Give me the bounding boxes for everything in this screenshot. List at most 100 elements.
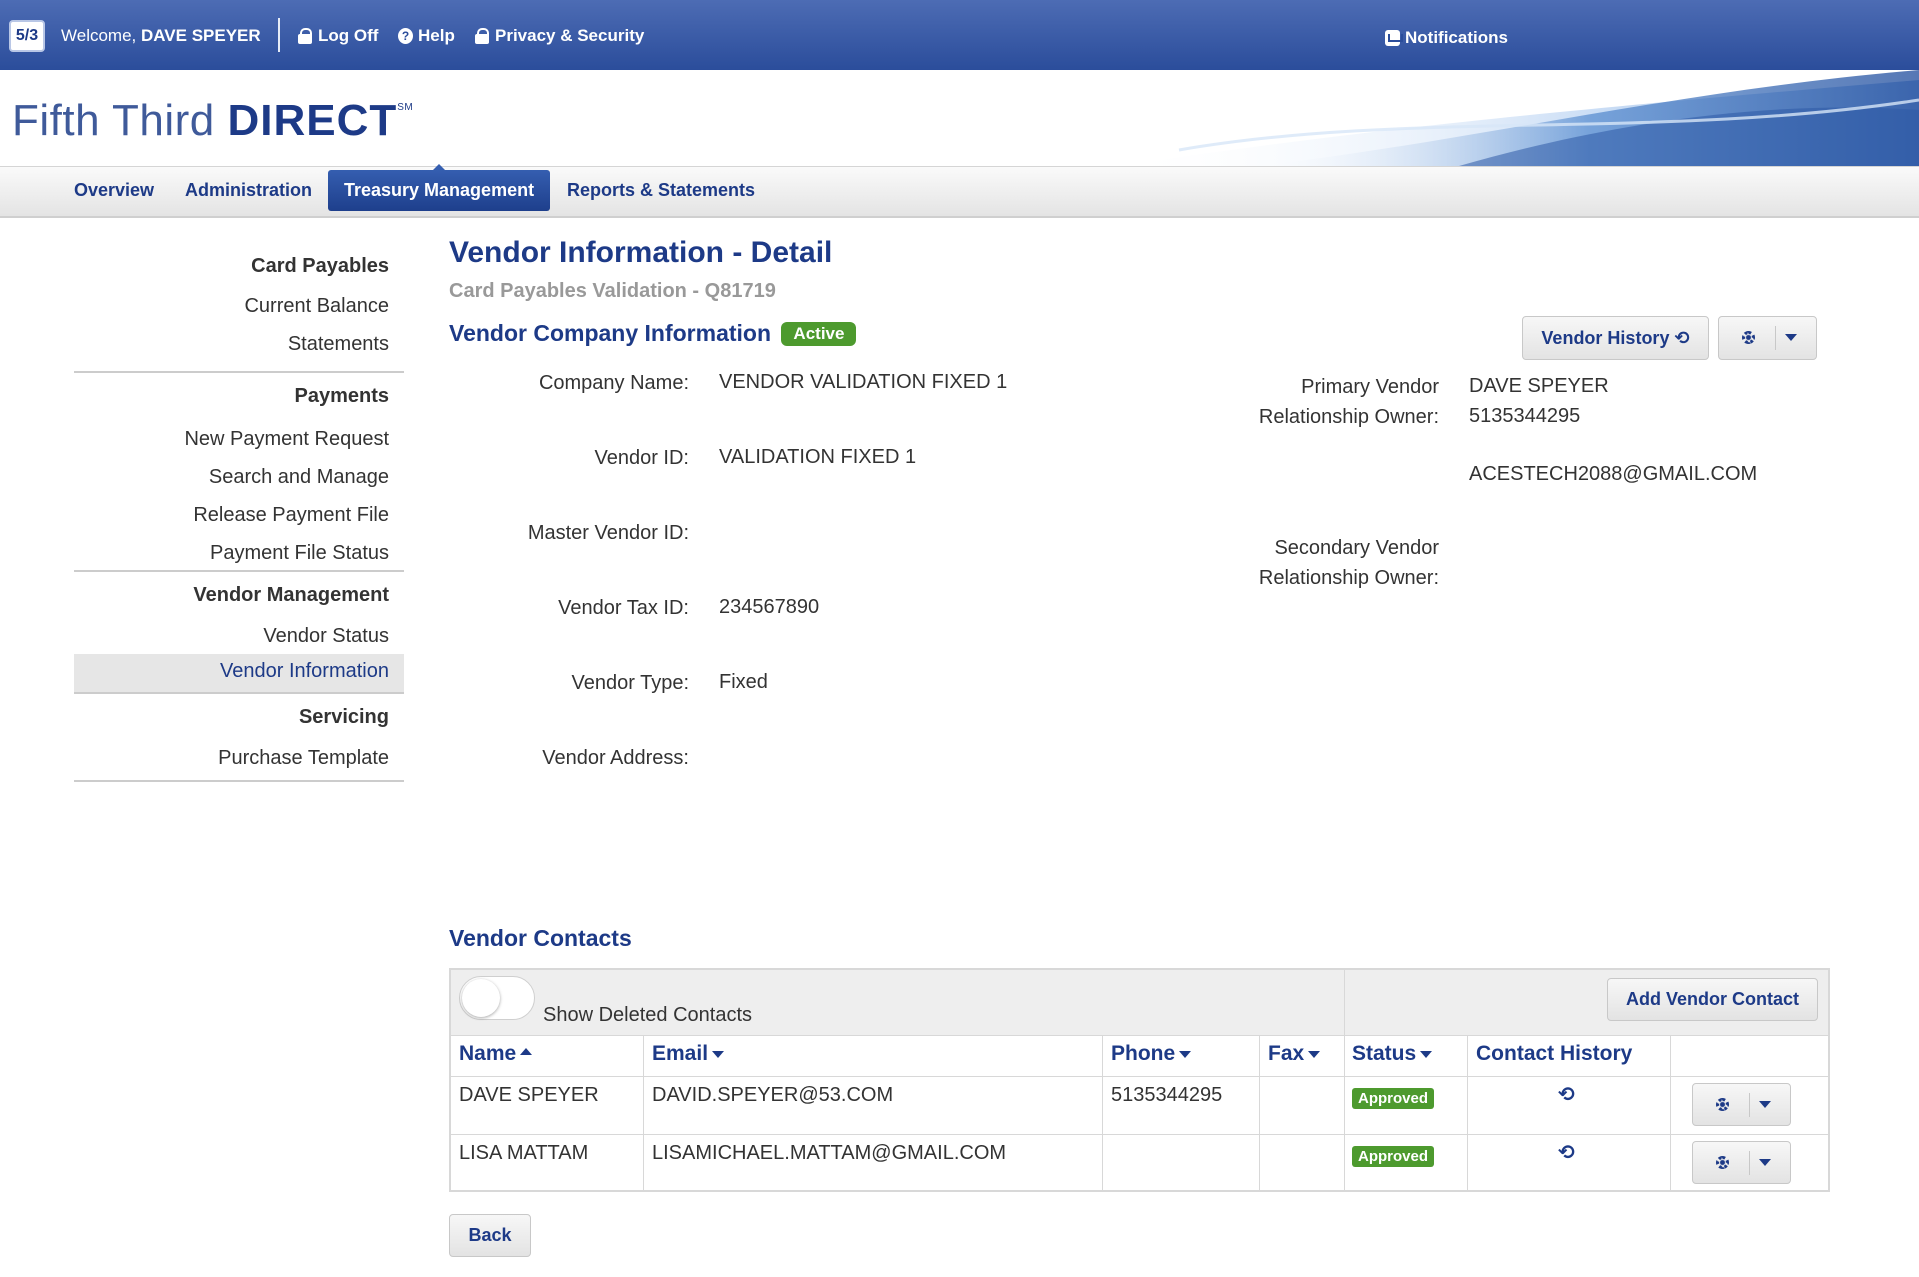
column-header-name-label: Name	[459, 1042, 517, 1065]
user-name: DAVE SPEYER	[141, 26, 261, 45]
secondary-owner-label-line1: Secondary Vendor	[1274, 537, 1439, 559]
divider	[1467, 1035, 1468, 1190]
privacy-label: Privacy & Security	[495, 26, 645, 45]
vendor-address-label: Vendor Address:	[542, 747, 689, 769]
log-off-label: Log Off	[318, 26, 379, 45]
vendor-contacts-title: Vendor Contacts	[449, 925, 632, 951]
primary-owner-label-line1: Primary Vendor	[1301, 376, 1439, 398]
column-header-fax-label: Fax	[1268, 1042, 1305, 1065]
contact-name: LISA MATTAM	[459, 1142, 589, 1164]
sidebar-heading-card-payables: Card Payables	[251, 255, 389, 277]
primary-owner-value: DAVE SPEYER 5135344295 ACESTECH2088@GMAI…	[1469, 371, 1757, 489]
sidebar-item-search-and-manage[interactable]: Search and Manage	[74, 456, 404, 494]
show-deleted-toggle[interactable]	[459, 976, 535, 1020]
column-header-phone-label: Phone	[1111, 1042, 1176, 1065]
column-header-fax[interactable]: Fax	[1268, 1042, 1321, 1066]
status-badge: Active	[781, 322, 857, 346]
wave-graphic	[1119, 70, 1919, 166]
chevron-down-icon	[1420, 1050, 1433, 1058]
sort-ascending-icon	[520, 1048, 533, 1055]
master-vendor-id-label: Master Vendor ID:	[527, 522, 689, 544]
divider	[451, 1076, 1828, 1077]
show-deleted-label: Show Deleted Contacts	[543, 1004, 753, 1026]
tab-reports-statements[interactable]: Reports & Statements	[551, 170, 771, 211]
contact-history-icon[interactable]: ⟲	[1558, 1140, 1575, 1165]
notifications-link[interactable]: Notifications	[1385, 28, 1508, 48]
sidebar-item-release-payment-file[interactable]: Release Payment File	[74, 494, 404, 532]
sidebar-item-new-payment-request[interactable]: New Payment Request	[74, 418, 404, 456]
row-actions-dropdown[interactable]	[1692, 1141, 1791, 1184]
contact-email: DAVID.SPEYER@53.COM	[652, 1084, 894, 1106]
column-header-contact-history: Contact History	[1476, 1042, 1633, 1065]
contact-email: LISAMICHAEL.MATTAM@GMAIL.COM	[652, 1142, 1007, 1164]
top-bar: 5/3 Welcome, DAVE SPEYER Log Off ? Help …	[0, 0, 1919, 70]
sidebar-item-payment-file-status[interactable]: Payment File Status	[74, 532, 404, 570]
page-subtitle: Card Payables Validation - Q81719	[449, 280, 776, 302]
vendor-tax-id-value: 234567890	[719, 596, 820, 618]
tab-overview[interactable]: Overview	[58, 170, 170, 211]
row-actions-dropdown[interactable]	[1692, 1083, 1791, 1126]
primary-owner-phone: 5135344295	[1469, 405, 1581, 427]
column-header-name[interactable]: Name	[459, 1042, 533, 1066]
brand-name-light: Fifth Third	[12, 96, 215, 145]
settings-dropdown-button[interactable]	[1718, 316, 1817, 360]
privacy-security-link[interactable]: Privacy & Security	[475, 26, 644, 46]
page-title: Vendor Information - Detail	[449, 236, 833, 269]
brand-name-bold: DIRECT	[227, 96, 398, 145]
gear-icon	[1716, 1098, 1729, 1111]
sidebar-item-current-balance[interactable]: Current Balance	[74, 295, 404, 333]
tab-administration[interactable]: Administration	[169, 170, 328, 211]
back-button[interactable]: Back	[449, 1214, 531, 1257]
contact-phone: 5135344295	[1111, 1084, 1223, 1106]
company-section-title: Vendor Company Information	[449, 320, 772, 346]
status-badge-label: Approved	[1352, 1088, 1435, 1109]
divider	[451, 1035, 1828, 1036]
secondary-owner-label-line2: Relationship Owner:	[1258, 567, 1439, 589]
help-label: Help	[418, 26, 455, 45]
vendor-type-label: Vendor Type:	[571, 672, 690, 694]
divider	[1775, 326, 1776, 350]
sidebar-heading-servicing: Servicing	[298, 706, 389, 728]
sidebar: Card Payables Current Balance Statements…	[74, 250, 404, 782]
vendor-history-button[interactable]: Vendor History ⟲	[1522, 316, 1709, 360]
sidebar-item-vendor-status[interactable]: Vendor Status	[74, 616, 404, 654]
secondary-owner-label: Secondary Vendor Relationship Owner:	[1259, 533, 1439, 593]
add-vendor-contact-button[interactable]: Add Vendor Contact	[1607, 978, 1818, 1021]
divider	[278, 18, 280, 52]
sidebar-item-vendor-information[interactable]: Vendor Information	[74, 654, 404, 692]
column-header-phone[interactable]: Phone	[1111, 1042, 1192, 1066]
column-header-status[interactable]: Status	[1352, 1042, 1433, 1066]
sidebar-heading-vendor-management: Vendor Management	[193, 584, 389, 606]
vendor-contacts-table: Show Deleted Contacts Add Vendor Contact…	[449, 968, 1830, 1192]
primary-owner-label-line2: Relationship Owner:	[1258, 406, 1439, 428]
column-header-email[interactable]: Email	[652, 1042, 725, 1066]
log-off-link[interactable]: Log Off	[298, 26, 378, 46]
divider	[1344, 970, 1345, 1035]
primary-owner-email: ACESTECH2088@GMAIL.COM	[1469, 463, 1758, 485]
vendor-id-value: VALIDATION FIXED 1	[719, 446, 917, 468]
company-name-label: Company Name:	[538, 372, 689, 394]
tab-treasury-management[interactable]: Treasury Management	[328, 164, 551, 211]
column-header-status-label: Status	[1352, 1042, 1417, 1065]
contact-name: DAVE SPEYER	[459, 1084, 599, 1106]
welcome-prefix: Welcome,	[61, 26, 137, 45]
chevron-down-icon	[1179, 1050, 1192, 1058]
contact-history-icon[interactable]: ⟲	[1558, 1082, 1575, 1107]
gear-icon	[1716, 1156, 1729, 1169]
company-name-value: VENDOR VALIDATION FIXED 1	[719, 371, 1008, 393]
vendor-type-value: Fixed	[719, 671, 768, 693]
chevron-down-icon	[1308, 1050, 1321, 1058]
sidebar-item-statements[interactable]: Statements	[74, 333, 404, 371]
help-link[interactable]: ? Help	[398, 26, 455, 46]
bank-logo-icon: 5/3	[9, 20, 45, 52]
chevron-down-icon	[1759, 1159, 1771, 1166]
primary-owner-label: Primary Vendor Relationship Owner:	[1259, 372, 1439, 432]
lock-icon	[298, 28, 313, 44]
divider	[74, 780, 404, 782]
sidebar-item-purchase-template[interactable]: Purchase Template	[74, 738, 404, 776]
chevron-down-icon	[1759, 1101, 1771, 1108]
history-icon: ⟲	[1674, 328, 1690, 348]
divider	[643, 1035, 644, 1190]
divider	[1102, 1035, 1103, 1190]
status-badge: Approved	[1352, 1086, 1435, 1109]
